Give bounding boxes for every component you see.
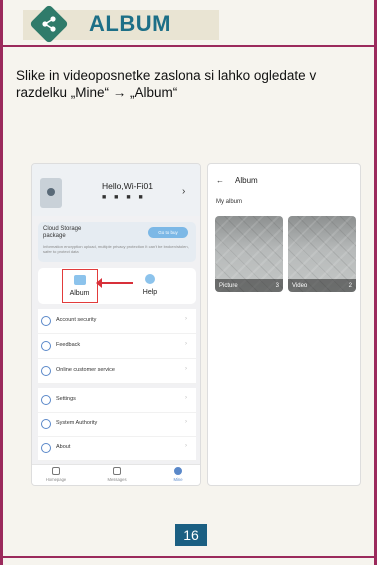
menu-item-label: System Authority: [56, 420, 98, 426]
menu-item-label: Feedback: [56, 342, 81, 348]
greeting-text: Hello,Wi-Fi01: [102, 181, 154, 191]
home-icon: [52, 467, 60, 475]
tab-label: Messages: [107, 477, 127, 482]
menu-item-feedback[interactable]: Feedback ›: [38, 334, 196, 359]
instruction-text: Slike in videoposnetke zaslona si lahko …: [16, 68, 317, 100]
profile-header[interactable]: Hello,Wi-Fi01 ■ ■ ■ ■ ›: [32, 164, 200, 216]
album-icon: [74, 275, 86, 285]
page-title: ALBUM: [89, 11, 171, 36]
edit-icon: [41, 341, 51, 351]
menu-item-system-authority[interactable]: System Authority ›: [38, 412, 196, 437]
section-header: ALBUM: [9, 4, 374, 44]
tab-messages[interactable]: Messages: [97, 467, 137, 482]
buy-button[interactable]: Go to buy: [148, 227, 188, 238]
shield-icon: [41, 316, 51, 326]
tab-label: Mine: [173, 477, 183, 482]
user-icon: [174, 467, 182, 475]
menu-item-label: Settings: [56, 396, 76, 402]
chevron-right-icon: ›: [185, 316, 187, 322]
album-video-label: Video: [292, 283, 308, 289]
album-screen-title: Album: [235, 176, 258, 185]
help-icon[interactable]: [145, 274, 155, 284]
menu-item-online-service[interactable]: Online customer service ›: [38, 359, 196, 384]
album-picture-label: Picture: [219, 283, 238, 289]
tab-mine[interactable]: Mine: [158, 467, 198, 482]
pointer-arrow: [96, 278, 133, 288]
footer-divider: [3, 556, 374, 558]
phone-screen-mine: Hello,Wi-Fi01 ■ ■ ■ ■ › Cloud Storage pa…: [31, 163, 201, 486]
menu-item-account-security[interactable]: Account security ›: [38, 309, 196, 334]
album-video-count: 2: [348, 283, 352, 289]
masked-user-id: ■ ■ ■ ■: [102, 194, 146, 201]
header-divider: [3, 45, 374, 47]
menu-item-about[interactable]: About ›: [38, 436, 196, 461]
chevron-right-icon: ›: [185, 366, 187, 372]
share-icon: [42, 16, 56, 32]
cloud-storage-title: Cloud Storage package: [43, 226, 82, 239]
menu-item-label: Online customer service: [56, 367, 115, 373]
info-icon: [41, 443, 51, 453]
album-video[interactable]: Video 2: [288, 216, 356, 292]
page-number: 16: [175, 524, 207, 546]
help-label[interactable]: Help: [138, 289, 162, 296]
menu-item-label: Account security: [56, 317, 97, 323]
back-arrow-icon[interactable]: ←: [216, 176, 224, 185]
album-picture-count: 3: [275, 283, 279, 289]
menu-item-label: About: [56, 444, 71, 450]
tab-label: Homepage: [45, 477, 67, 482]
chevron-right-icon[interactable]: ›: [182, 186, 185, 197]
chevron-right-icon: ›: [185, 419, 187, 425]
menu-group-account: Account security › Feedback › Online cus…: [38, 309, 196, 384]
album-label: Album: [69, 290, 90, 297]
menu-group-system: Settings › System Authority › About ›: [38, 388, 196, 461]
album-button[interactable]: Album: [62, 269, 98, 303]
cloud-storage-card[interactable]: Cloud Storage package Information encryp…: [38, 222, 196, 262]
menu-item-settings[interactable]: Settings ›: [38, 388, 196, 413]
chevron-right-icon: ›: [185, 341, 187, 347]
my-album-heading: My album: [216, 199, 243, 205]
quick-actions: Album Help: [38, 268, 196, 304]
gear-icon: [41, 395, 51, 405]
album-picture[interactable]: Picture 3: [215, 216, 283, 292]
tab-homepage[interactable]: Homepage: [36, 467, 76, 482]
message-icon: [113, 467, 121, 475]
chevron-right-icon: ›: [185, 395, 187, 401]
device-avatar: [40, 178, 62, 208]
phone-screen-album: ← Album My album Picture 3 Video 2: [207, 163, 361, 486]
lock-icon: [41, 419, 51, 429]
manual-page: ALBUM Slike in videoposnetke zaslona si …: [0, 0, 377, 565]
bottom-tab-bar: Homepage Messages Mine: [32, 464, 200, 485]
cloud-storage-subtitle: Information encryption upload, multiple …: [43, 244, 189, 254]
chevron-right-icon: ›: [185, 443, 187, 449]
headset-icon: [41, 366, 51, 376]
